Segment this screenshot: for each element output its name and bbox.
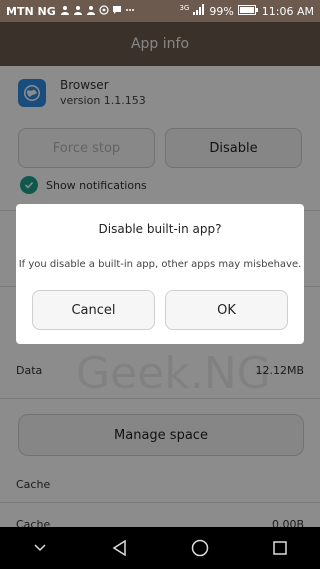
cancel-button[interactable]: Cancel [32,290,155,330]
user-icon [86,5,96,18]
chevron-down-icon[interactable] [20,527,60,569]
clock: 11:06 AM [261,4,314,18]
ok-button[interactable]: OK [165,290,288,330]
carrier-name: MTN NG [6,4,56,18]
disable-app-dialog: Disable built-in app? If you disable a b… [16,204,304,344]
status-right: 3G 99% 11:06 AM [179,0,314,22]
message-icon [112,5,122,18]
dialog-message: If you disable a built-in app, other app… [18,259,302,270]
dialog-buttons: Cancel OK [32,290,288,330]
network-type: 3G [179,4,190,12]
user-icon [73,5,83,18]
battery-icon [237,4,258,18]
notification-icons [60,4,135,18]
user-icon [60,5,70,18]
status-bar: MTN NG 3G 99% 11:06 AM [0,0,320,22]
battery-percent: 99% [209,4,234,18]
dialog-title: Disable built-in app? [98,222,222,236]
back-icon[interactable] [100,527,140,569]
home-icon[interactable] [180,527,220,569]
signal-icon [193,4,205,18]
recent-apps-icon[interactable] [260,527,300,569]
navigation-bar [0,527,320,569]
more-icon [125,5,135,18]
whatsapp-icon [99,4,109,18]
